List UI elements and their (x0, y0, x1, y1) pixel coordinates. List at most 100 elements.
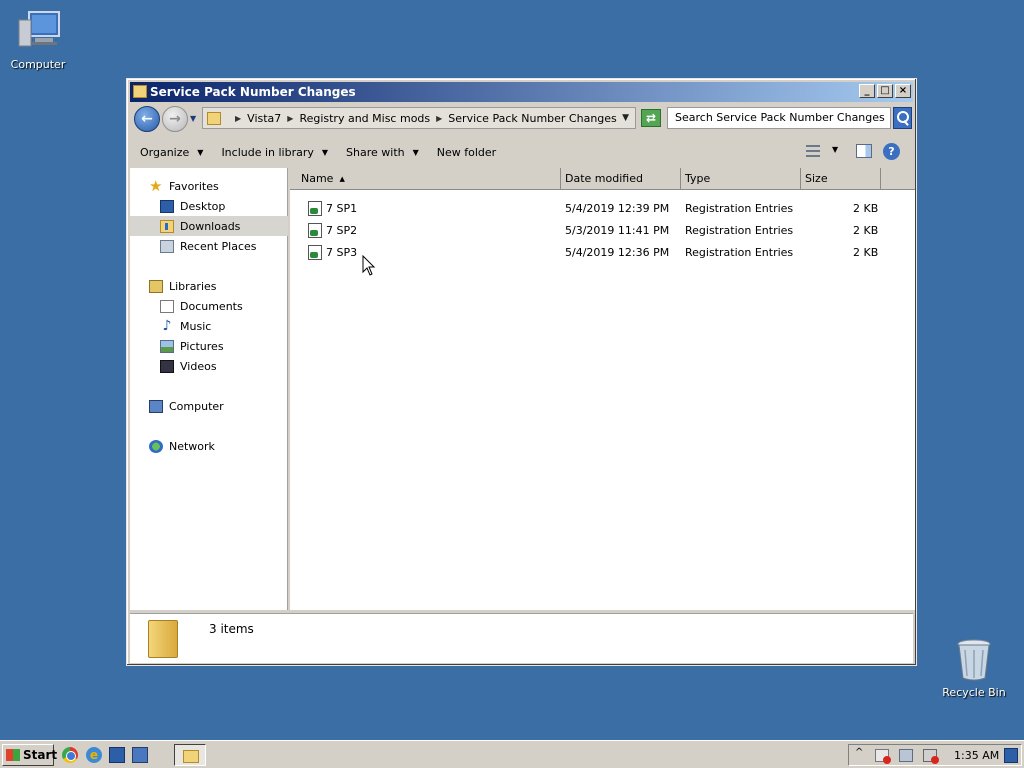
show-hidden-icons-icon[interactable]: ^ (855, 747, 863, 758)
chevron-right-icon[interactable]: ▶ (235, 114, 241, 123)
libraries-icon (149, 279, 163, 293)
title-bar[interactable]: Service Pack Number Changes _ □ × (130, 82, 913, 102)
sidebar-item-pictures[interactable]: Pictures (130, 336, 288, 356)
desktop-recycle-bin[interactable]: Recycle Bin (936, 636, 1012, 699)
column-header-label: Size (805, 172, 828, 185)
show-desktop-button[interactable] (1004, 748, 1018, 763)
desktop-computer-icon[interactable]: Computer (0, 8, 76, 71)
file-name: 7 SP3 (326, 246, 358, 259)
sidebar-item-videos[interactable]: Videos (130, 356, 288, 376)
sidebar-item-label: Music (180, 319, 212, 333)
column-header-size[interactable]: Size (801, 168, 881, 190)
computer-icon (149, 399, 163, 413)
folder-icon (133, 85, 147, 98)
taskbar-explorer-button[interactable] (174, 744, 206, 766)
recent-pages-dropdown[interactable]: ▼ (190, 114, 200, 124)
forward-button[interactable]: → (162, 106, 188, 132)
computer-label: Computer (10, 58, 66, 71)
maximize-button[interactable]: □ (877, 84, 893, 98)
sort-ascending-icon: ▲ (339, 175, 345, 183)
sidebar-item-music[interactable]: ♪ Music (130, 316, 288, 336)
sidebar-item-documents[interactable]: Documents (130, 296, 288, 316)
details-pane: 3 items (130, 613, 913, 663)
documents-icon (160, 299, 174, 313)
column-header-date[interactable]: Date modified (561, 168, 681, 190)
new-folder-button[interactable]: New folder (437, 146, 496, 159)
column-header-name[interactable]: Name ▲ (290, 168, 561, 190)
column-header-type[interactable]: Type (681, 168, 801, 190)
chevron-right-icon[interactable]: ▶ (436, 114, 442, 123)
share-label: Share with (346, 145, 405, 159)
clock[interactable]: 1:35 AM (954, 749, 999, 762)
taskbar: Start e ^ 1:35 AM (0, 740, 1024, 768)
internet-explorer-icon[interactable]: e (86, 747, 102, 763)
sidebar-item-label: Downloads (180, 219, 241, 233)
file-type: Registration Entries (685, 224, 794, 237)
sidebar-item-label: Libraries (169, 279, 217, 293)
minimize-button[interactable]: _ (859, 84, 875, 98)
column-header-filler (881, 168, 915, 190)
table-row[interactable]: 7 SP1 5/4/2019 12:39 PM Registration Ent… (290, 198, 915, 220)
address-bar[interactable]: ▶ Vista7 ▶ Registry and Misc mods ▶ Serv… (202, 107, 636, 129)
sidebar-item-recent-places[interactable]: Recent Places (130, 236, 288, 256)
search-icon[interactable] (893, 107, 912, 129)
sidebar-item-label: Network (169, 439, 215, 453)
network-status-icon[interactable] (899, 749, 913, 762)
start-button[interactable]: Start (2, 744, 57, 766)
help-icon[interactable]: ? (883, 143, 900, 160)
organize-button[interactable]: Organize ▼ (140, 146, 203, 159)
table-row[interactable]: 7 SP3 5/4/2019 12:36 PM Registration Ent… (290, 242, 915, 264)
column-header-label: Type (685, 172, 711, 185)
show-desktop-icon[interactable] (109, 747, 125, 763)
include-label: Include in library (221, 145, 314, 159)
sidebar-item-label: Pictures (180, 339, 224, 353)
file-size: 2 KB (853, 202, 879, 215)
file-size: 2 KB (853, 224, 879, 237)
navigation-bar: ← → ▼ ▶ Vista7 ▶ Registry and Misc mods … (130, 104, 913, 134)
view-options-icon[interactable] (806, 145, 820, 157)
network-icon (149, 439, 163, 453)
include-in-library-button[interactable]: Include in library ▼ (221, 146, 328, 159)
back-button[interactable]: ← (134, 106, 160, 132)
sidebar-item-desktop[interactable]: Desktop (130, 196, 288, 216)
sidebar-item-libraries[interactable]: Libraries (130, 276, 288, 296)
address-dropdown-icon[interactable]: ▼ (622, 113, 629, 123)
column-header-label: Date modified (565, 172, 643, 185)
file-type: Registration Entries (685, 202, 794, 215)
volume-icon[interactable] (923, 749, 939, 764)
chevron-right-icon[interactable]: ▶ (287, 114, 293, 123)
refresh-button[interactable]: ⇄ (641, 109, 661, 127)
preview-pane-icon[interactable] (856, 144, 872, 158)
sidebar-item-network[interactable]: Network (130, 436, 288, 456)
recent-places-icon (160, 239, 174, 253)
action-center-icon[interactable] (875, 749, 891, 764)
sidebar-item-computer[interactable]: Computer (130, 396, 288, 416)
item-count: 3 items (209, 622, 254, 636)
mouse-cursor-icon (362, 255, 376, 276)
new-folder-label: New folder (436, 145, 497, 159)
view-dropdown-icon[interactable]: ▼ (832, 145, 838, 154)
downloads-icon (160, 219, 174, 233)
column-header-label: Name (301, 172, 334, 185)
file-list: Name ▲ Date modified Type Size 7 SP1 5/4/… (290, 168, 915, 610)
explorer-icon[interactable] (132, 747, 148, 763)
sidebar-item-downloads[interactable]: Downloads (130, 216, 288, 236)
recycle-bin-icon (951, 636, 997, 682)
chrome-icon[interactable] (62, 747, 78, 763)
chevron-down-icon: ▼ (321, 147, 329, 157)
close-button[interactable]: × (895, 84, 911, 98)
registry-file-icon (308, 223, 322, 238)
sidebar-item-favorites[interactable]: ★ Favorites (130, 176, 288, 196)
explorer-window: Service Pack Number Changes _ □ × ← → ▼ … (126, 78, 917, 666)
breadcrumb-item[interactable]: Registry and Misc mods (299, 112, 430, 125)
breadcrumb-item[interactable]: Service Pack Number Changes (448, 112, 616, 125)
sidebar-item-label: Documents (180, 299, 243, 313)
videos-icon (160, 359, 174, 373)
breadcrumb-item[interactable]: Vista7 (247, 112, 281, 125)
computer-icon (15, 8, 61, 54)
chevron-down-icon: ▼ (412, 147, 419, 157)
chevron-down-icon: ▼ (197, 147, 204, 157)
table-row[interactable]: 7 SP2 5/3/2019 11:41 PM Registration Ent… (290, 220, 915, 242)
search-input[interactable]: Search Service Pack Number Changes (667, 107, 891, 129)
share-with-button[interactable]: Share with ▼ (346, 146, 419, 159)
